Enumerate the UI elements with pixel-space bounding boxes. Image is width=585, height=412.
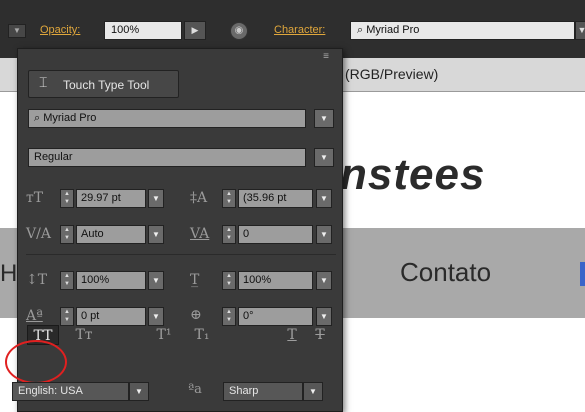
underline-button[interactable]: T: [280, 325, 304, 345]
opacity-label[interactable]: Opacity:: [40, 24, 80, 36]
tracking-input[interactable]: 0: [238, 225, 313, 244]
leading-input[interactable]: (35.96 pt: [238, 189, 313, 208]
horizontal-scale-icon: T̲: [190, 272, 200, 288]
vertical-scale-dropdown[interactable]: ▼: [148, 271, 164, 290]
panel-menu-icon[interactable]: ≡: [318, 52, 334, 62]
selection-edge: [580, 262, 585, 286]
leading-icon: ‡A: [190, 190, 208, 206]
antialias-dropdown[interactable]: ▼: [303, 382, 323, 401]
superscript-button[interactable]: T¹: [150, 325, 178, 345]
search-icon: ⌕: [357, 24, 367, 36]
rotation-input[interactable]: 0°: [238, 307, 313, 326]
small-caps-button[interactable]: Tт: [70, 325, 98, 345]
leading-stepper[interactable]: ▲ ▼: [222, 189, 236, 208]
baseline-shift-dropdown[interactable]: ▼: [148, 307, 164, 326]
baseline-shift-icon: Aª: [26, 308, 43, 324]
rotation-icon: ⊕: [190, 307, 202, 323]
vertical-scale-stepper[interactable]: ▲ ▼: [60, 271, 74, 290]
touch-type-icon: ⌶: [39, 75, 48, 91]
antialias-icon: ªa: [188, 382, 202, 397]
font-family-value: Myriad Pro: [366, 24, 420, 36]
font-family-dropdown-arrow[interactable]: ▼: [575, 21, 585, 40]
language-dropdown[interactable]: ▼: [129, 382, 149, 401]
font-family-field[interactable]: ⌕ Myriad Pro: [28, 109, 306, 128]
font-style-field[interactable]: Regular: [28, 148, 306, 167]
opacity-input[interactable]: 100%: [104, 21, 182, 40]
kerning-input[interactable]: Auto: [76, 225, 146, 244]
font-style-dropdown[interactable]: ▼: [314, 148, 334, 167]
baseline-shift-stepper[interactable]: ▲ ▼: [60, 307, 74, 326]
panel-divider: [26, 254, 336, 255]
font-size-input[interactable]: 29.97 pt: [76, 189, 146, 208]
horizontal-scale-stepper[interactable]: ▲ ▼: [222, 271, 236, 290]
font-family-dropdown[interactable]: ▼: [314, 109, 334, 128]
antialias-select[interactable]: Sharp: [223, 382, 303, 401]
font-family-select[interactable]: ⌕ Myriad Pro: [350, 21, 575, 40]
kerning-icon: V/A: [26, 226, 51, 242]
font-family-value: Myriad Pro: [43, 112, 97, 124]
rotation-stepper[interactable]: ▲ ▼: [222, 307, 236, 326]
vertical-scale-input[interactable]: 100%: [76, 271, 146, 290]
horizontal-scale-input[interactable]: 100%: [238, 271, 313, 290]
vertical-scale-icon: ↕T: [26, 272, 48, 288]
annotation-highlight-circle: [5, 340, 67, 384]
kerning-dropdown[interactable]: ▼: [148, 225, 164, 244]
baseline-shift-input[interactable]: 0 pt: [76, 307, 146, 326]
search-icon: ⌕: [34, 112, 44, 124]
nav-item-contato: Contato: [400, 257, 492, 287]
play-icon[interactable]: ▶: [184, 21, 206, 40]
leading-dropdown[interactable]: ▼: [316, 189, 332, 208]
subscript-button[interactable]: T₁: [188, 325, 216, 345]
touch-type-label: Touch Type Tool: [63, 78, 150, 92]
tracking-stepper[interactable]: ▲ ▼: [222, 225, 236, 244]
logo-text: nstees: [340, 150, 486, 199]
font-size-stepper[interactable]: ▲ ▼: [60, 189, 74, 208]
language-select[interactable]: English: USA: [12, 382, 129, 401]
strikethrough-button[interactable]: T: [308, 325, 332, 345]
tracking-dropdown[interactable]: ▼: [316, 225, 332, 244]
horizontal-scale-dropdown[interactable]: ▼: [316, 271, 332, 290]
nav-item-left: H: [0, 260, 18, 287]
chevron-down-icon[interactable]: ▼: [8, 24, 26, 38]
font-size-dropdown[interactable]: ▼: [148, 189, 164, 208]
kerning-stepper[interactable]: ▲ ▼: [60, 225, 74, 244]
recolor-icon[interactable]: ◉: [230, 22, 248, 40]
tracking-icon: VA: [190, 226, 210, 242]
rotation-dropdown[interactable]: ▼: [316, 307, 332, 326]
control-bar-row: ▼ Opacity: 100% ▶ ◉ Character: ⌕ Myriad …: [0, 20, 585, 42]
touch-type-tool-button[interactable]: ⌶ Touch Type Tool: [28, 70, 179, 98]
font-size-icon: ᴛT: [26, 190, 44, 206]
document-tab-title: (RGB/Preview): [345, 66, 439, 82]
character-label[interactable]: Character:: [274, 24, 325, 36]
